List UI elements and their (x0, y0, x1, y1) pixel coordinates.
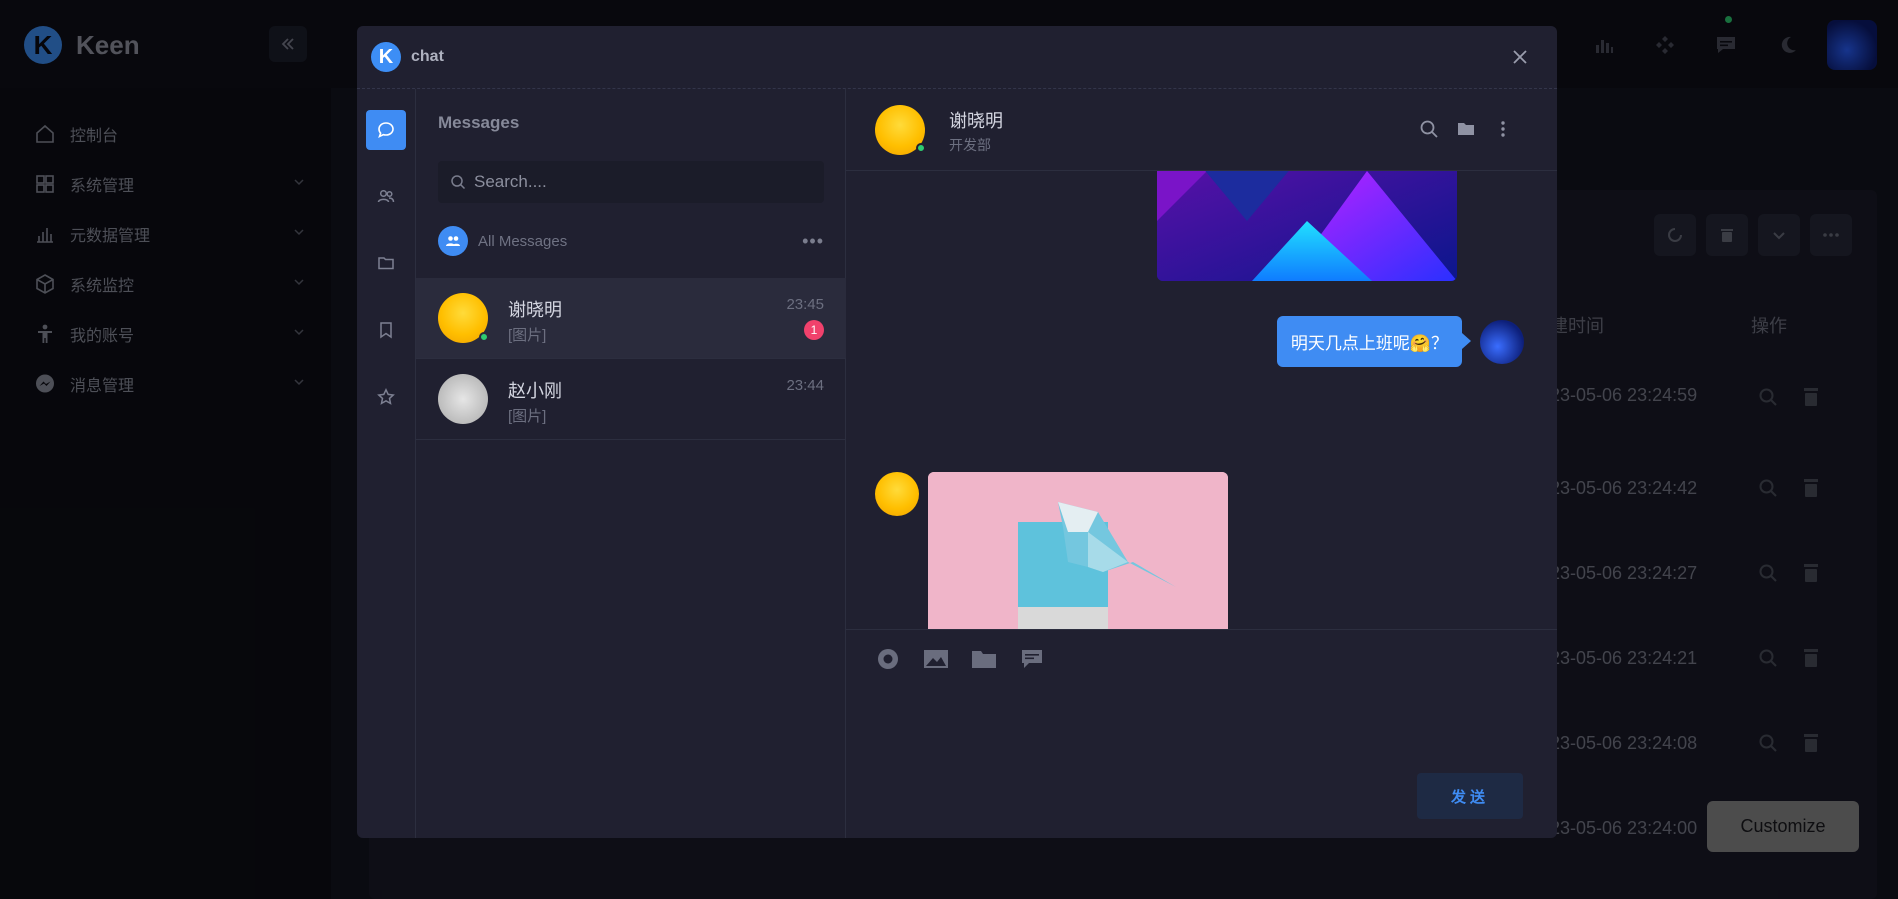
users-icon (377, 189, 395, 203)
close-button[interactable] (1507, 44, 1533, 70)
chat-actions (1419, 119, 1513, 139)
chat-contact-name: 谢晓明 (949, 111, 1003, 131)
message-icon (1022, 650, 1042, 668)
more-options-icon[interactable]: ••• (802, 231, 824, 252)
image-icon (924, 650, 948, 668)
message-thread[interactable]: 明天几点上班呢🤗？ (846, 171, 1557, 629)
search-box (438, 161, 824, 203)
star-icon (377, 388, 395, 405)
chat-panel: 谢晓明 开发部 明天几点上班呢🤗？ 发送 (846, 89, 1557, 838)
bookmark-icon (380, 322, 392, 339)
all-messages-label: All Messages (478, 232, 568, 250)
chat-header: 谢晓明 开发部 (846, 89, 1557, 171)
send-button[interactable]: 发送 (1417, 773, 1523, 819)
image-upload-button[interactable] (923, 646, 949, 672)
search-icon[interactable] (1419, 119, 1439, 139)
more-vertical-icon[interactable] (1493, 119, 1513, 139)
nav-bookmarks[interactable] (366, 310, 406, 350)
chat-modal: K chat Messages Al (357, 26, 1557, 838)
nav-files[interactable] (366, 243, 406, 283)
conversation-item[interactable]: 谢晓明 [图片] 23:45 1 (416, 278, 846, 359)
conversation-name: 赵小刚 (508, 381, 562, 401)
group-icon (438, 226, 468, 256)
chat-bubble-icon (378, 122, 394, 139)
conversation-name: 谢晓明 (508, 300, 562, 320)
nav-messages[interactable] (366, 110, 406, 150)
avatar (875, 472, 919, 516)
chat-logo: K (371, 42, 401, 72)
modal-title: chat (411, 48, 444, 65)
all-messages-filter[interactable]: All Messages ••• (438, 226, 824, 256)
conversation-preview: [图片] (508, 408, 547, 425)
online-indicator (916, 143, 926, 153)
composer-tools (875, 646, 1045, 672)
chat-nav-rail (357, 89, 416, 838)
conversation-list: Messages All Messages ••• 谢晓明 [图片] 23:45… (416, 89, 846, 838)
message-composer: 发送 (846, 629, 1557, 838)
close-icon (1513, 50, 1527, 64)
folder-icon[interactable] (1456, 119, 1476, 139)
image-message[interactable] (1157, 171, 1457, 281)
folder-icon (972, 651, 996, 668)
search-input[interactable] (474, 172, 814, 192)
conversation-time: 23:45 (786, 296, 824, 313)
folder-icon (378, 257, 394, 270)
quick-reply-button[interactable] (1019, 646, 1045, 672)
my-avatar (1480, 319, 1524, 364)
sent-message-bubble[interactable]: 明天几点上班呢🤗？ (1276, 316, 1472, 367)
list-title: Messages (438, 113, 520, 132)
sent-message-row: 明天几点上班呢🤗？ (1276, 316, 1524, 367)
search-icon (451, 175, 466, 190)
conversation-preview: [图片] (508, 327, 547, 344)
nav-favorites[interactable] (366, 377, 406, 417)
avatar (438, 374, 488, 424)
modal-header: K chat (357, 26, 1557, 89)
unread-badge: 1 (804, 320, 824, 340)
emoji-button[interactable] (875, 646, 901, 672)
image-message[interactable] (928, 472, 1228, 629)
conversation-time: 23:44 (786, 377, 824, 394)
conversation-item[interactable]: 赵小刚 [图片] 23:44 (416, 359, 846, 440)
chat-contact-department: 开发部 (949, 137, 991, 153)
emoji-icon (878, 649, 898, 669)
nav-contacts[interactable] (366, 176, 406, 216)
file-upload-button[interactable] (971, 646, 997, 672)
online-indicator (479, 332, 489, 342)
